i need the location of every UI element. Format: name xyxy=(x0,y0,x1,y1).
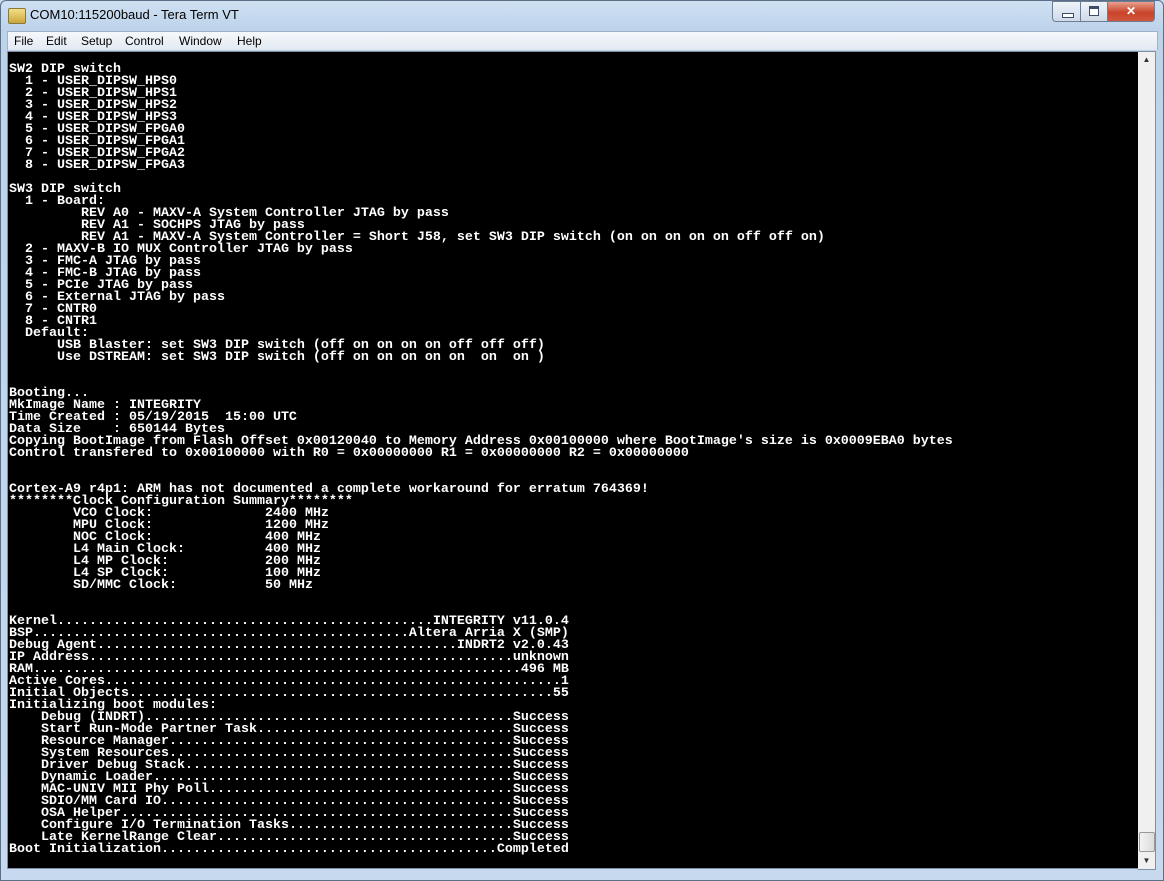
line-value: Completed xyxy=(496,842,569,857)
terminal-line: 6 - External JTAG by pass xyxy=(9,290,225,305)
minimize-button[interactable] xyxy=(1052,1,1082,22)
menu-setup[interactable]: Setup xyxy=(81,33,112,49)
terminal-line: Use DSTREAM: set SW3 DIP switch (off on … xyxy=(9,350,545,365)
close-icon: ✕ xyxy=(1125,4,1137,18)
scrollbar-thumb[interactable] xyxy=(1139,832,1155,852)
menu-window[interactable]: Window xyxy=(179,33,222,49)
title-bar[interactable]: COM10:115200baud - Tera Term VT ✕ xyxy=(0,0,1164,30)
close-button[interactable]: ✕ xyxy=(1107,1,1155,22)
line-value: 50 MHz xyxy=(264,578,313,593)
maximize-button[interactable] xyxy=(1080,1,1109,22)
menu-edit[interactable]: Edit xyxy=(46,33,67,49)
menu-control[interactable]: Control xyxy=(125,33,164,49)
line-label: SD/MMC Clock: xyxy=(9,578,177,593)
minimize-icon xyxy=(1062,13,1074,18)
terminal-output: SW2 DIP switch 1 - USER_DIPSW_HPS0 2 - U… xyxy=(9,63,953,857)
terminal-screen[interactable]: SW2 DIP switch 1 - USER_DIPSW_HPS0 2 - U… xyxy=(7,51,1140,869)
terminal-line: Boot Initialization.....................… xyxy=(9,842,569,857)
terminal-line: SD/MMC Clock: 50 MHz xyxy=(9,578,953,593)
menu-help[interactable]: Help xyxy=(237,33,262,49)
scroll-down-arrow-icon[interactable]: ▼ xyxy=(1138,853,1155,869)
scroll-up-arrow-icon[interactable]: ▲ xyxy=(1138,52,1155,68)
maximize-icon xyxy=(1089,6,1099,16)
terminal-line: Control transfered to 0x00100000 with R0… xyxy=(9,446,689,461)
menu-file[interactable]: File xyxy=(14,33,33,49)
tera-term-app-icon[interactable] xyxy=(8,8,26,24)
line-label: Boot Initialization xyxy=(9,842,161,857)
terminal-line: 7 - CNTR0 xyxy=(9,302,97,317)
vertical-scrollbar[interactable]: ▲ ▼ xyxy=(1138,51,1156,870)
menu-bar: File Edit Setup Control Window Help xyxy=(7,31,1158,50)
line-value: 55 xyxy=(552,686,569,701)
terminal-line: 8 - USER_DIPSW_FPGA3 xyxy=(9,158,185,173)
window-title: COM10:115200baud - Tera Term VT xyxy=(30,7,239,22)
terminal-line: SW3 DIP switch xyxy=(9,182,121,197)
terminal-line: 8 - CNTR1 xyxy=(9,314,97,329)
